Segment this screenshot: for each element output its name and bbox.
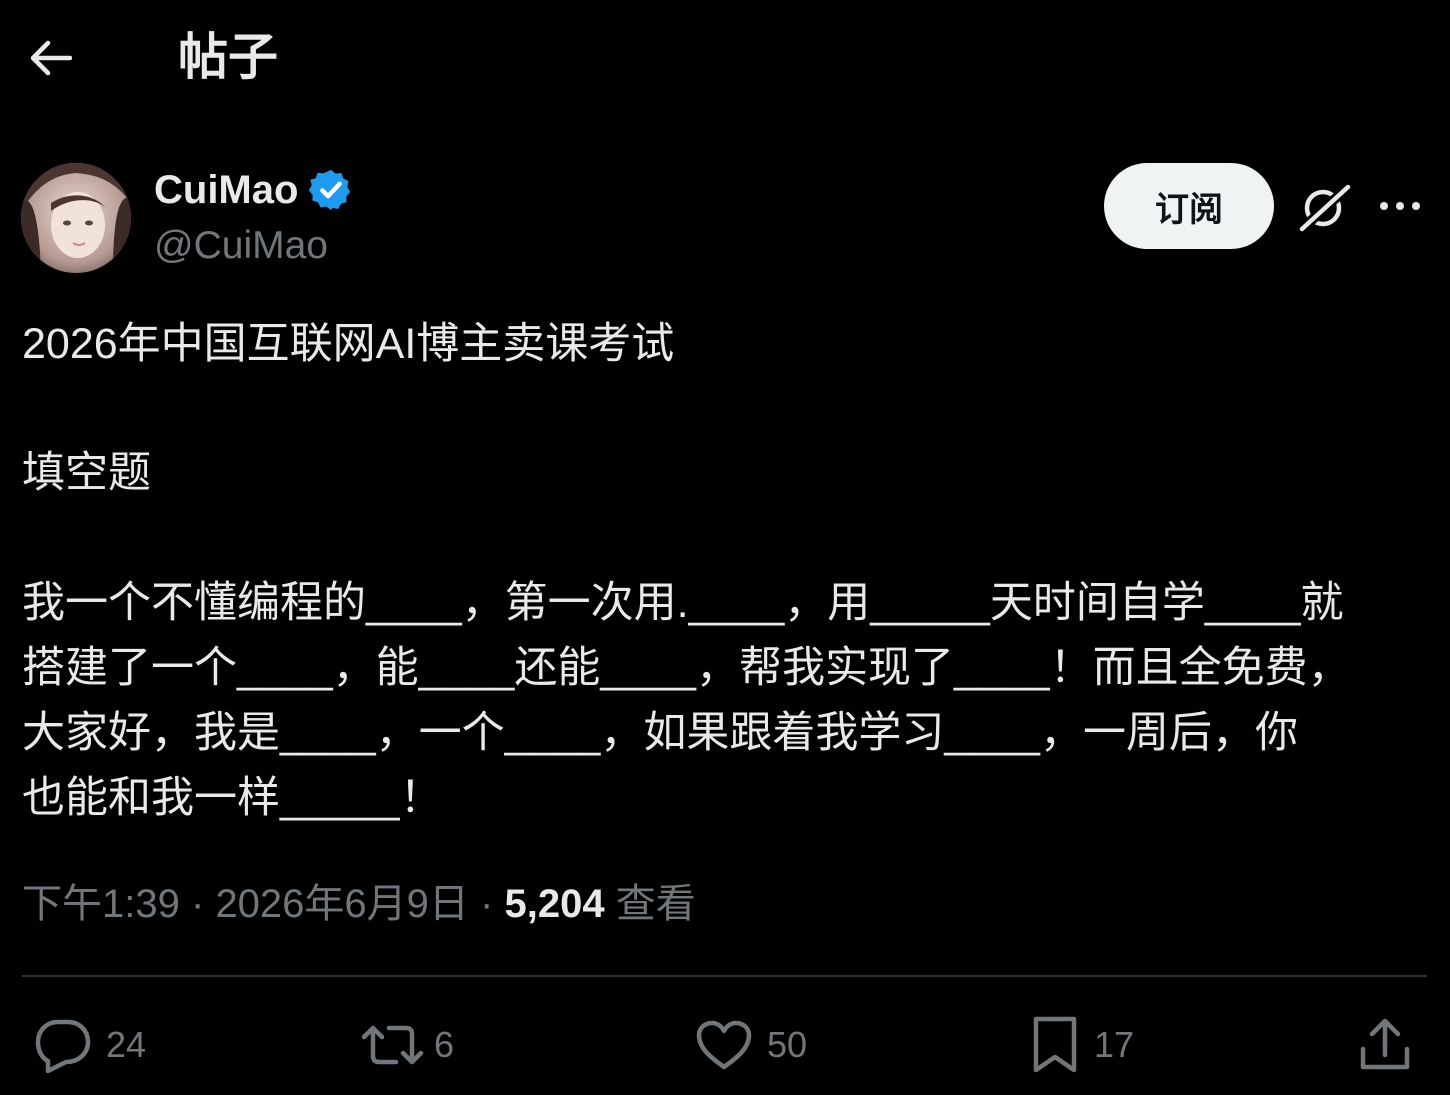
post-body-line: 搭建了一个____，能____还能____，帮我实现了____！而且全免费，	[22, 644, 1351, 692]
page-title: 帖子	[178, 29, 278, 85]
author-handle[interactable]: @CuiMao	[154, 222, 328, 270]
bookmark-count: 17	[1094, 1024, 1135, 1065]
grok-button[interactable]	[1294, 178, 1354, 236]
more-options-button[interactable]	[1370, 180, 1430, 232]
post-subtitle-line: 填空题	[22, 449, 151, 497]
like-button[interactable]: 50	[695, 1010, 807, 1080]
grok-icon	[1297, 182, 1352, 234]
post-date[interactable]: 2026年6月9日	[215, 882, 468, 926]
meta-separator: ·	[480, 882, 494, 926]
views-label: 查看	[615, 882, 696, 926]
reply-count: 24	[106, 1024, 147, 1065]
more-icon	[1380, 202, 1420, 210]
back-button[interactable]	[18, 28, 82, 88]
share-icon	[1360, 1018, 1410, 1070]
back-arrow-icon	[30, 40, 72, 76]
repost-button[interactable]: 6	[360, 1010, 454, 1080]
post-body-line: 也能和我一样_____！	[22, 774, 443, 822]
divider	[22, 975, 1427, 977]
post-meta: 下午1:39 · 2026年6月9日 · 5,204 查看	[22, 878, 696, 930]
bookmark-button[interactable]: 17	[1030, 1010, 1134, 1080]
views-count: 5,204	[504, 882, 605, 926]
post-body-line: 我一个不懂编程的____，第一次用.____，用_____天时间自学____就	[22, 579, 1344, 627]
post-time[interactable]: 下午1:39	[22, 882, 180, 926]
share-button[interactable]	[1358, 1010, 1412, 1080]
author-name[interactable]: CuiMao	[154, 165, 354, 215]
subscribe-button[interactable]: 订阅	[1104, 163, 1274, 249]
repost-count: 6	[434, 1024, 455, 1065]
like-icon	[696, 1020, 752, 1070]
avatar[interactable]	[21, 163, 131, 273]
bookmark-icon	[1033, 1016, 1077, 1073]
post-body-line: 大家好，我是____，一个____，如果跟着我学习____，一周后，你	[22, 709, 1298, 757]
post-title-line: 2026年中国互联网AI博主卖课考试	[22, 320, 675, 368]
display-name: CuiMao	[154, 168, 299, 212]
meta-separator: ·	[190, 882, 205, 926]
verified-badge-icon	[309, 169, 351, 211]
reply-icon	[35, 1019, 91, 1073]
like-count: 50	[767, 1024, 808, 1065]
reply-button[interactable]: 24	[34, 1010, 146, 1080]
repost-icon	[361, 1025, 424, 1065]
